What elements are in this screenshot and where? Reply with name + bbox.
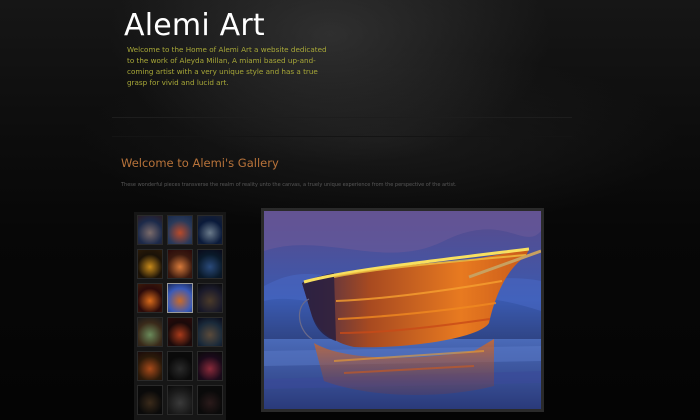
site-intro: Welcome to the Home of Alemi Art a websi…	[127, 45, 327, 87]
gallery-thumbnail[interactable]	[197, 249, 223, 279]
gallery-heading: Welcome to Alemi's Gallery	[121, 156, 279, 170]
thumbnail-grid	[134, 212, 226, 420]
gallery-thumbnail[interactable]	[137, 249, 163, 279]
content-divider	[112, 136, 572, 137]
featured-artwork[interactable]	[261, 208, 544, 412]
gallery-thumbnail[interactable]	[167, 351, 193, 381]
gallery-thumbnail[interactable]	[197, 283, 223, 313]
gallery-thumbnail[interactable]	[167, 317, 193, 347]
gallery-thumbnail[interactable]	[137, 351, 163, 381]
gallery-thumbnail[interactable]	[137, 317, 163, 347]
gallery-thumbnail[interactable]	[167, 283, 193, 313]
gallery-thumbnail[interactable]	[197, 351, 223, 381]
gallery-thumbnail[interactable]	[197, 385, 223, 415]
boat-painting-image	[264, 211, 541, 409]
header-divider	[112, 117, 572, 118]
gallery-thumbnail[interactable]	[197, 215, 223, 245]
gallery-description: These wonderful pieces transverse the re…	[121, 182, 457, 188]
gallery-thumbnail[interactable]	[137, 283, 163, 313]
site-title: Alemi Art	[124, 8, 265, 43]
gallery-thumbnail[interactable]	[167, 249, 193, 279]
gallery-thumbnail[interactable]	[197, 317, 223, 347]
gallery-thumbnail[interactable]	[167, 215, 193, 245]
gallery-thumbnail[interactable]	[137, 215, 163, 245]
gallery-thumbnail[interactable]	[167, 385, 193, 415]
gallery-thumbnail[interactable]	[137, 385, 163, 415]
